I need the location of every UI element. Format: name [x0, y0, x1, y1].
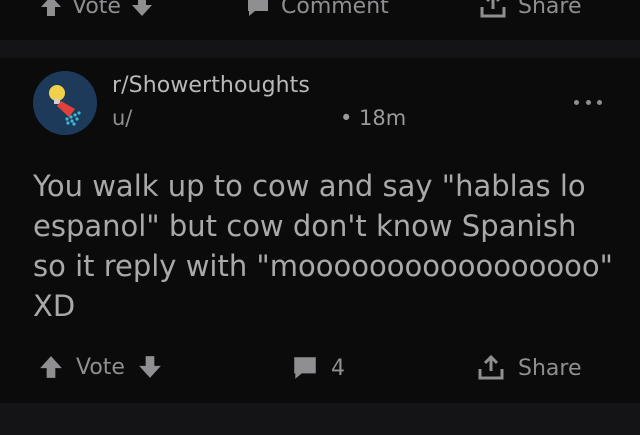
comment-icon	[248, 0, 268, 16]
post-action-bar: Vote 4 Share	[0, 348, 640, 388]
share-icon	[478, 354, 504, 380]
prev-vote-group[interactable]: Vote	[40, 0, 153, 19]
subreddit-name[interactable]: r/Showerthoughts	[112, 73, 310, 98]
post-title[interactable]: You walk up to cow and say "hablas lo es…	[33, 166, 613, 326]
more-options-icon[interactable]	[574, 96, 602, 108]
share-button[interactable]: Share	[476, 354, 582, 382]
prev-share-button[interactable]: Share	[478, 0, 582, 19]
upvote-icon[interactable]	[40, 0, 62, 18]
downvote-icon[interactable]	[131, 0, 153, 18]
prev-comment-button[interactable]: Comment	[245, 0, 389, 19]
feed: Vote Comment Share r/Showerthoughts u/ •…	[0, 0, 640, 435]
prev-vote-label: Vote	[72, 0, 121, 19]
prev-comment-label: Comment	[281, 0, 389, 19]
feed-divider	[0, 40, 640, 58]
lightbulb-shower-icon	[49, 85, 81, 126]
vote-label: Vote	[76, 354, 125, 380]
comment-icon	[294, 357, 316, 379]
feed-divider-bottom	[0, 403, 640, 435]
upvote-icon[interactable]	[38, 354, 64, 380]
post-card[interactable]: r/Showerthoughts u/ • 18m You walk up to…	[0, 58, 640, 403]
comment-count: 4	[331, 355, 345, 381]
subreddit-avatar[interactable]	[33, 71, 97, 135]
comments-button[interactable]: 4	[291, 354, 345, 382]
post-timestamp: • 18m	[340, 106, 407, 130]
post-author[interactable]: u/	[112, 106, 132, 130]
share-label: Share	[518, 355, 582, 381]
prev-share-label: Share	[518, 0, 582, 19]
share-icon	[480, 0, 506, 18]
vote-group: Vote	[38, 354, 163, 380]
downvote-icon[interactable]	[137, 354, 163, 380]
previous-post-action-bar: Vote Comment Share	[0, 0, 640, 26]
